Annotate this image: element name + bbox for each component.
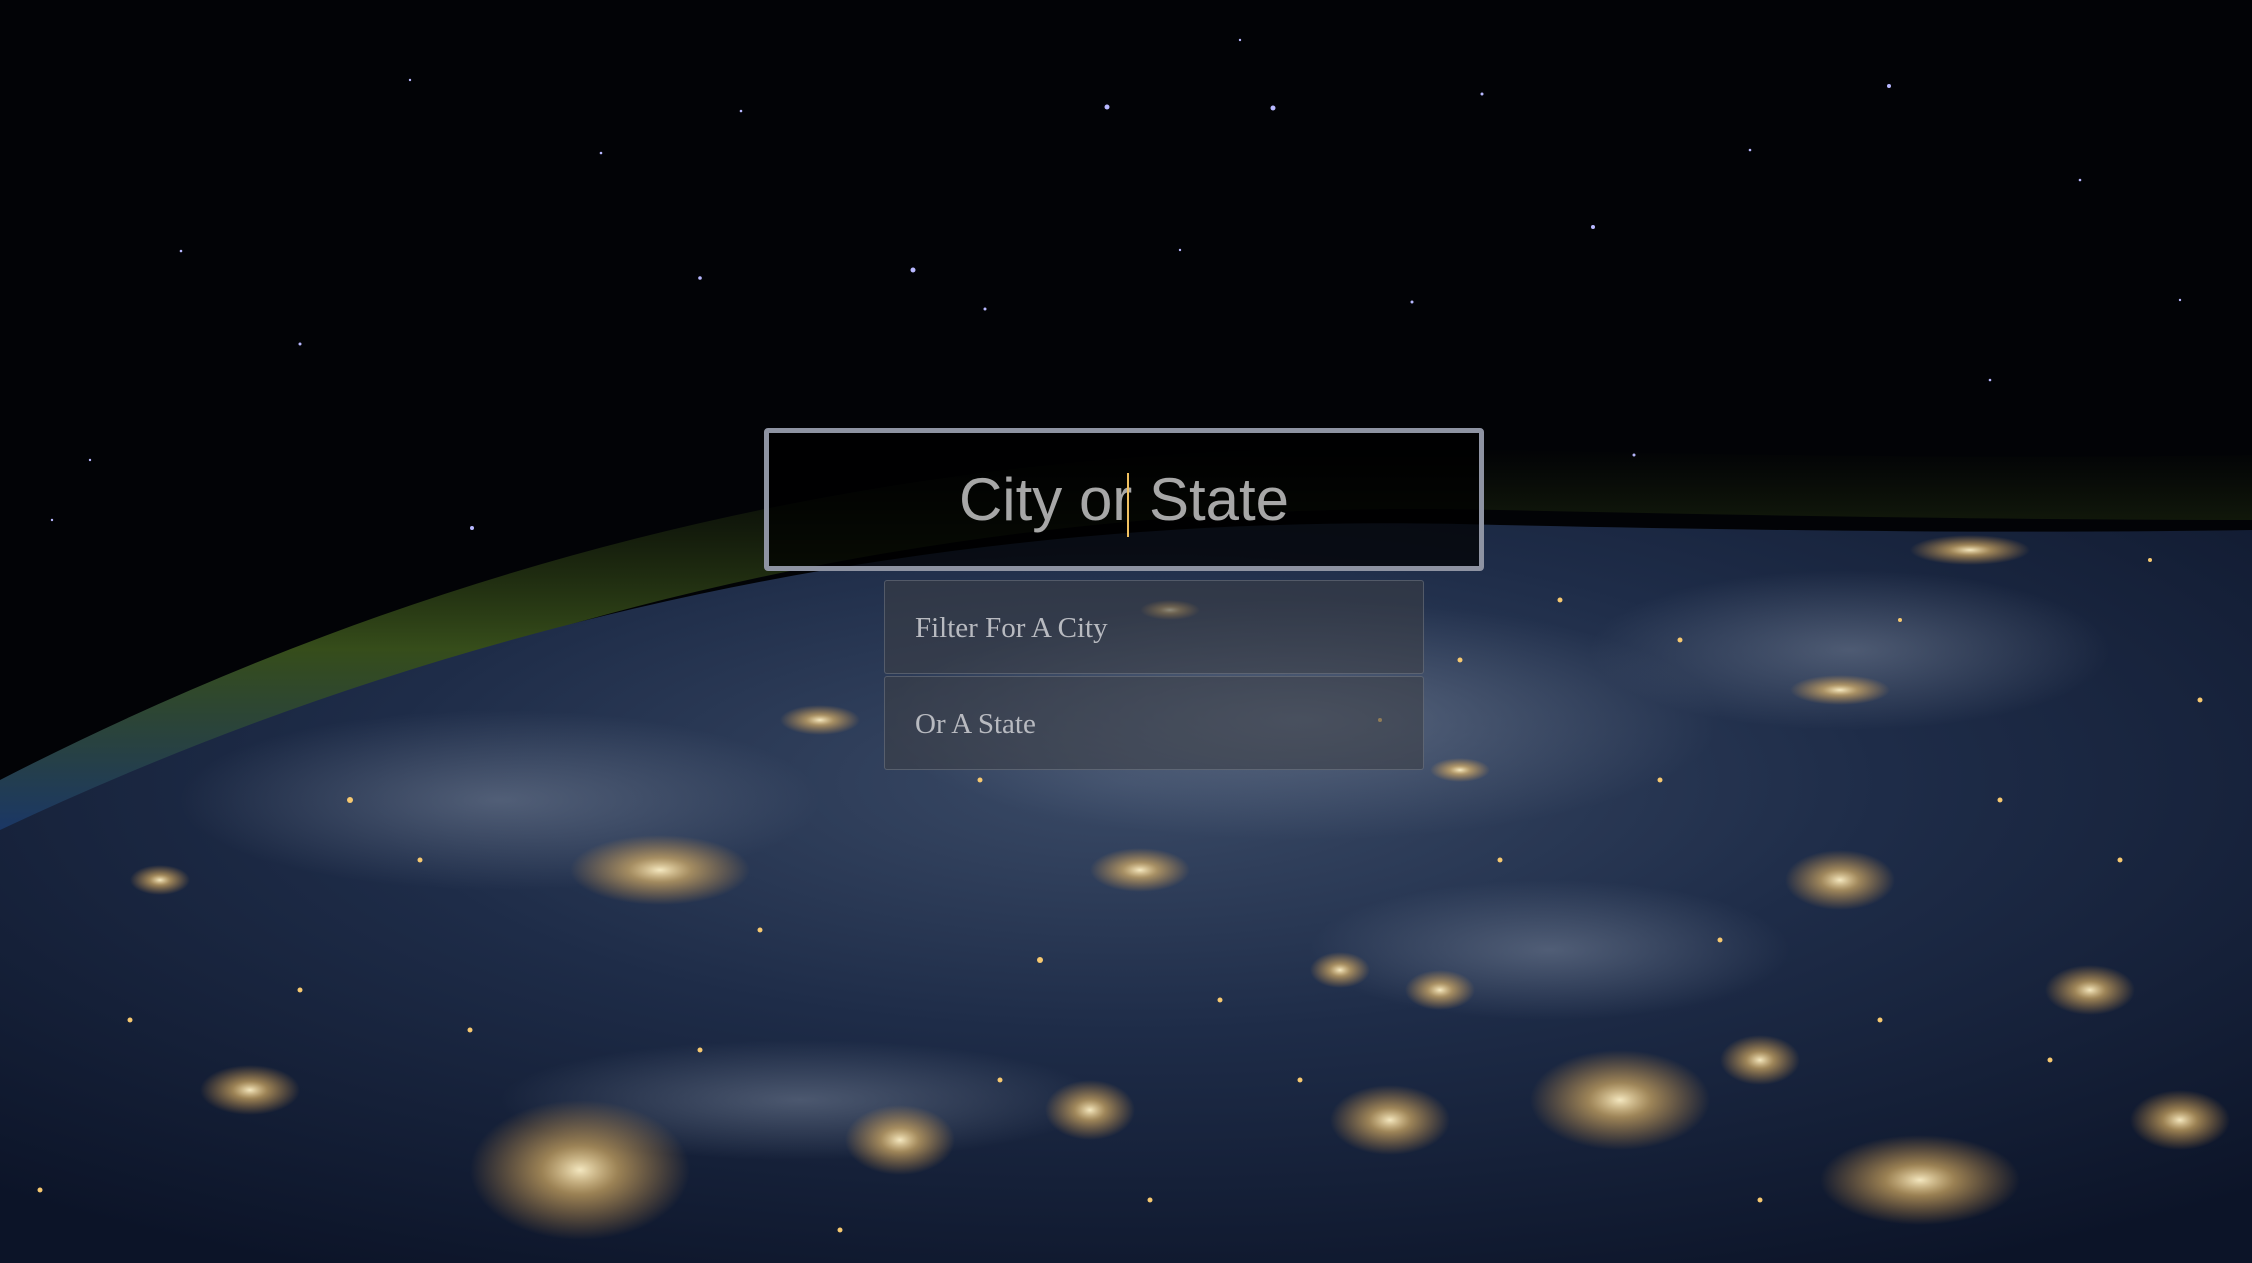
app-root: Filter For A City Or A State	[0, 0, 2252, 1263]
search-input[interactable]	[769, 433, 1479, 566]
suggestion-filter-city[interactable]: Filter For A City	[884, 580, 1424, 674]
text-cursor	[1127, 473, 1129, 537]
search-box[interactable]	[764, 428, 1484, 571]
suggestion-filter-state[interactable]: Or A State	[884, 676, 1424, 770]
suggestions-list: Filter For A City Or A State	[884, 580, 1424, 772]
